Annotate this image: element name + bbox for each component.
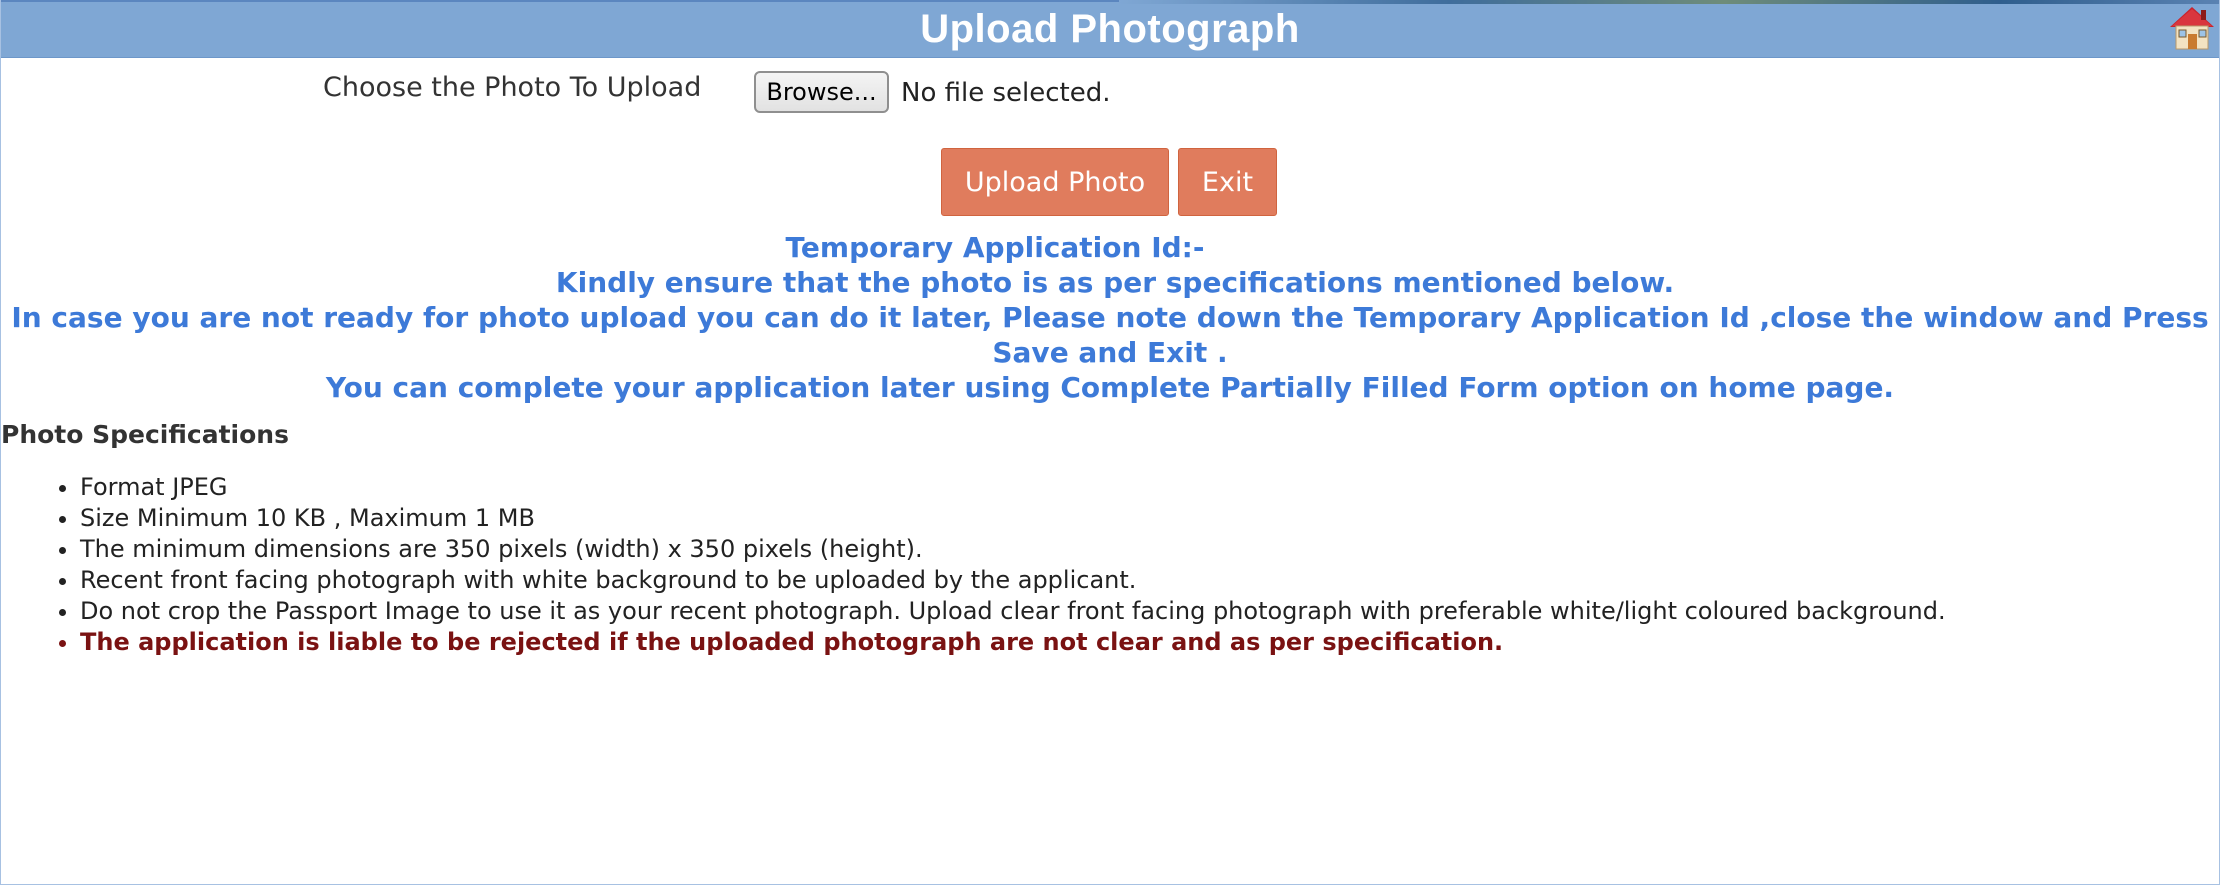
action-buttons: Upload Photo Exit <box>1 148 2219 216</box>
spec-item-size: Size Minimum 10 KB , Maximum 1 MB <box>80 503 1946 534</box>
browse-button[interactable]: Browse... <box>754 71 889 113</box>
home-icon[interactable] <box>2167 4 2217 52</box>
spec-item-format: Format JPEG <box>80 472 1946 503</box>
upload-photo-page: Upload Photograph Choose the Photo To Up… <box>0 0 2220 885</box>
page-title: Upload Photograph <box>920 7 1300 51</box>
temporary-application-id-label: Temporary Application Id:- <box>785 231 1205 264</box>
choose-photo-label: Choose the Photo To Upload <box>323 72 702 103</box>
spec-item-background: Recent front facing photograph with whit… <box>80 565 1946 596</box>
spec-item-dimensions: The minimum dimensions are 350 pixels (w… <box>80 534 1946 565</box>
notice-block: Temporary Application Id:- Kindly ensure… <box>1 230 2219 405</box>
spec-item-no-crop: Do not crop the Passport Image to use it… <box>80 596 1946 627</box>
photo-specifications-heading: Photo Specifications <box>1 420 289 449</box>
file-chooser-row: Choose the Photo To Upload Browse... No … <box>1 70 2219 120</box>
upload-later-text: In case you are not ready for photo uplo… <box>11 301 2209 369</box>
file-status-text: No file selected. <box>901 78 1111 108</box>
complete-later-text: You can complete your application later … <box>325 371 1895 404</box>
photo-specifications-list: Format JPEG Size Minimum 10 KB , Maximum… <box>1 472 1946 658</box>
header-banner-strip <box>1119 0 2219 4</box>
title-bar: Upload Photograph <box>1 0 2219 58</box>
spec-item-rejection-warning: The application is liable to be rejected… <box>80 627 1946 658</box>
exit-button[interactable]: Exit <box>1178 148 1277 216</box>
ensure-specifications-text: Kindly ensure that the photo is as per s… <box>555 266 1675 299</box>
upload-photo-button[interactable]: Upload Photo <box>941 148 1169 216</box>
